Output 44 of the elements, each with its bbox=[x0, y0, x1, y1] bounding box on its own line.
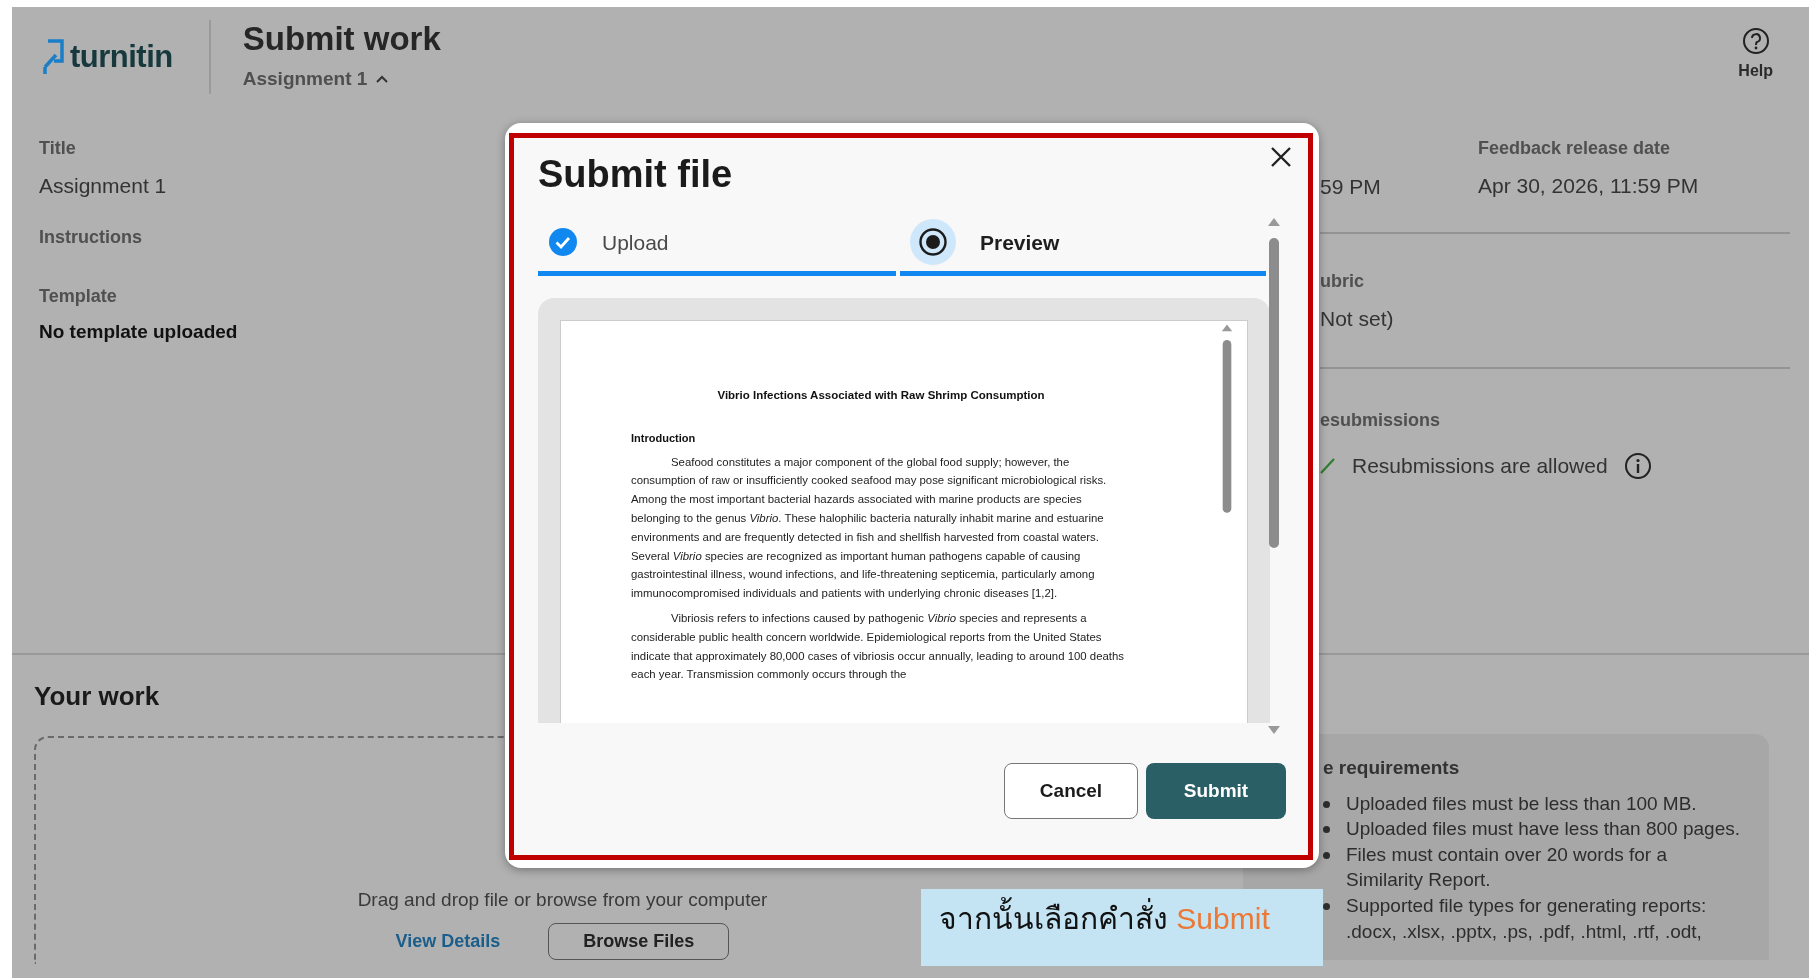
page-title: Submit work bbox=[242, 20, 441, 57]
close-icon bbox=[1270, 145, 1292, 168]
requirement-text: Uploaded files must be less than 100 MB. bbox=[1346, 791, 1697, 816]
document-title: Vibrio Infections Associated with Raw Shrimp Consumption bbox=[716, 387, 1046, 403]
requirement-text: Supported file types for generating reports: .docx, .xlsx, .pptx, .ps, .pdf, .html, .rtf, .odt, bbox=[1346, 894, 1708, 944]
field-label: esubmissions bbox=[1320, 409, 1442, 432]
step-tab[interactable]: Upload bbox=[538, 213, 896, 276]
field-label: Feedback release date bbox=[1478, 137, 1672, 160]
field-label: Template bbox=[39, 284, 117, 308]
requirements-heading: e requirements bbox=[1323, 756, 1461, 780]
dropzone-prompt: Drag and drop file or browse from your computer bbox=[357, 888, 768, 912]
due-date-value: 59 PM bbox=[1320, 174, 1382, 200]
modal-title: Submit file bbox=[538, 154, 733, 196]
field-value: Apr 30, 2026, 11:59 PM bbox=[1478, 173, 1699, 199]
bullet-icon bbox=[1323, 826, 1330, 834]
scrollbar[interactable] bbox=[1266, 216, 1282, 736]
logo-arrow-icon bbox=[40, 37, 66, 77]
step-tab[interactable]: Preview bbox=[900, 213, 1266, 276]
bullet-icon bbox=[1323, 851, 1330, 859]
field-label: Title bbox=[39, 137, 76, 160]
assignment-dropdown[interactable]: Assignment 1 bbox=[242, 64, 441, 94]
field-value: Assignment 1 bbox=[39, 173, 167, 199]
info-icon[interactable] bbox=[1623, 451, 1652, 480]
field-label: Instructions bbox=[39, 225, 142, 249]
requirement-text: Uploaded files must have less than 800 pages. bbox=[1346, 817, 1740, 842]
document-heading: Introduction bbox=[631, 431, 697, 447]
logo-text: turnitin bbox=[70, 37, 173, 76]
bullet-icon bbox=[1323, 800, 1330, 808]
bullet-icon bbox=[1323, 903, 1330, 911]
document-paragraph: Vibriosis refers to infections caused by pathogenic Vibrio species and represents a considerable public health concern worldwide. Epidemiological reports from the United States indicate that approximately 80,000 cases of vibriosis occur annually, leading to around 100 deaths each year. Transmission commonly occurs through the bbox=[631, 610, 1126, 683]
field-value: Not set) bbox=[1320, 306, 1395, 332]
submit-button[interactable]: Submit bbox=[1146, 762, 1286, 819]
field-label: ubric bbox=[1320, 270, 1365, 293]
section-heading: Your work bbox=[34, 680, 160, 713]
cancel-button[interactable]: Cancel bbox=[1004, 762, 1138, 819]
help-button[interactable]: Help bbox=[1738, 27, 1773, 83]
close-button[interactable] bbox=[1270, 144, 1292, 168]
field-value: Resubmissions are allowed bbox=[1352, 453, 1608, 479]
requirement-text: Files must contain over 20 words for a Similarity Report. bbox=[1346, 842, 1669, 893]
browse-files-button[interactable]: Browse Files bbox=[548, 922, 730, 960]
field-value: No template uploaded bbox=[39, 319, 238, 344]
caption-text: จากนั้นเลือกคำสั่ง Submit bbox=[939, 893, 1270, 944]
document-paragraph: Seafood constitutes a major component of the global food supply; however, the consumption of raw or insufficiently cooked seafood may pose significant microbiological risks. Among the most important bacterial hazards associated with marine products are species belonging to the genus Vibrio. These halophilic bacteria naturally inhabit marine and estuarine environments and are frequently detected in fish and shellfish harvested from coastal waters. Several Vibrio species are recognized as important human pathogens capable of causing gastrointestinal illness, wound infections, and life-threatening septicemia, particularly among immunocompromised individuals and patients with underlying chronic diseases [1,2]. bbox=[631, 454, 1108, 602]
help-icon bbox=[1741, 27, 1770, 55]
